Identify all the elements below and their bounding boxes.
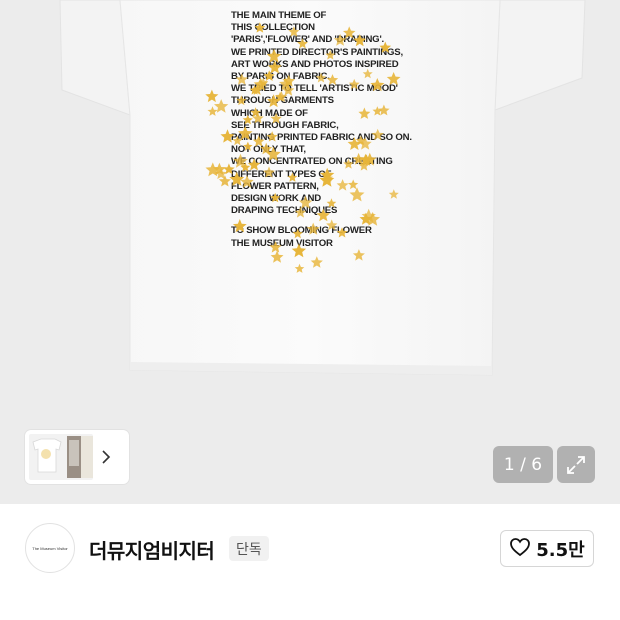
thumbnail-image[interactable] <box>29 434 93 480</box>
print-line: WHICH MADE OF <box>231 107 308 119</box>
exclusive-badge: 단독 <box>229 536 269 561</box>
print-line: DRAPING TECHNIQUES <box>231 205 338 217</box>
print-line: THE MUSEUM VISITOR <box>231 237 333 249</box>
chevron-right-icon[interactable] <box>93 434 119 480</box>
seller-name[interactable]: 더뮤지엄비지터 <box>89 535 215 564</box>
print-line: THIS COLLECTION <box>231 22 315 34</box>
print-line: PAINTING PRINTED FABRIC AND SO ON. <box>231 132 412 144</box>
print-line: DIFFERENT TYPES OF <box>231 168 332 180</box>
print-line: TO SHOW BLOOMING FLOWER <box>231 225 372 237</box>
avatar-logo-text: The Museum Visitor <box>32 545 68 551</box>
print-line: WE TRIED TO TELL 'ARTISTIC MOOD' <box>231 83 398 95</box>
print-line: FLOWER PATTERN, <box>231 180 319 192</box>
print-line: NOT ONLY THAT, <box>231 144 306 156</box>
print-line: WE CONCENTRATED ON CREATING <box>231 156 393 168</box>
print-line: DESIGN WORK AND <box>231 193 321 205</box>
print-line-spacer <box>231 217 431 225</box>
expand-icon[interactable] <box>557 446 595 483</box>
print-line: ART WORKS AND PHOTOS INSPIRED <box>231 58 399 70</box>
shirt-print-text: THE MAIN THEME OF THIS COLLECTION 'PARIS… <box>231 10 431 250</box>
print-line: WE PRINTED DIRECTOR'S PAINTINGS, <box>231 46 403 58</box>
print-line: 'PARIS','FLOWER' AND 'DRAPING'. <box>231 34 384 46</box>
thumbnail-strip[interactable] <box>25 430 129 484</box>
print-line: SEE THROUGH FABRIC, <box>231 119 339 131</box>
heart-outline-icon <box>509 537 531 561</box>
print-line: THROUGH GARMENTS <box>231 95 334 107</box>
like-button[interactable]: 5.5만 <box>500 530 594 567</box>
like-count: 5.5만 <box>536 539 585 561</box>
print-line: THE MAIN THEME OF <box>231 10 327 21</box>
seller-avatar[interactable]: The Museum Visitor <box>25 523 75 573</box>
product-image-gallery[interactable]: THE MAIN THEME OF THIS COLLECTION 'PARIS… <box>0 0 620 504</box>
print-line: BY PARIS ON FABRIC. <box>231 71 330 83</box>
image-counter: 1 / 6 <box>493 446 553 483</box>
